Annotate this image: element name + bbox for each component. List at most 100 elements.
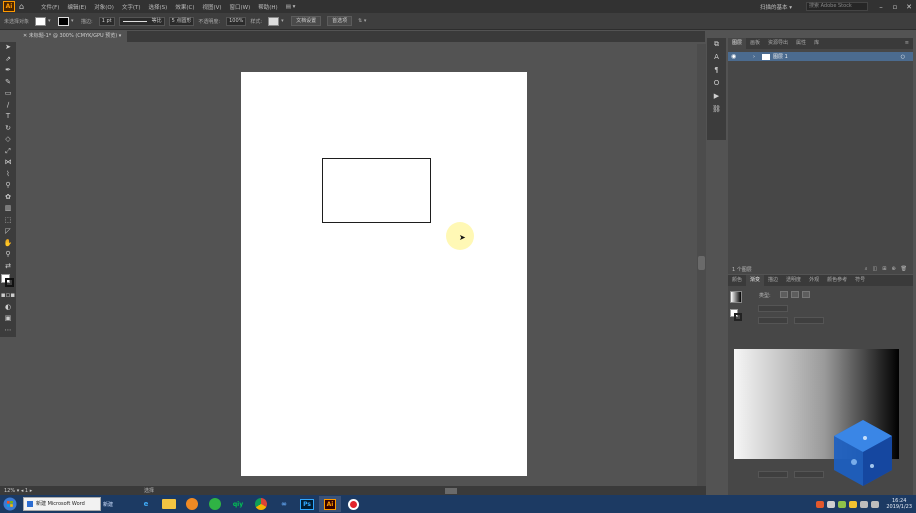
menu-select[interactable]: 选择(S) (149, 3, 168, 11)
system-clock[interactable]: 16:24 2019/1/23 (886, 498, 912, 510)
color-mode-icon[interactable]: ▪▫▪ (0, 290, 16, 302)
style-swatch[interactable] (268, 16, 280, 26)
menu-help[interactable]: 帮助(H) (258, 3, 277, 11)
scale-tool-icon[interactable]: ⤢ (0, 146, 16, 158)
paintbrush-tool-icon[interactable]: ∕ (0, 100, 16, 112)
aspect-field[interactable] (794, 317, 824, 324)
clipping-mask-icon[interactable]: ◫ (873, 266, 878, 272)
document-setup-button[interactable]: 文档设置 (291, 16, 322, 26)
menu-type[interactable]: 文字(T) (122, 3, 141, 11)
linear-gradient-button[interactable] (780, 291, 788, 298)
artboard[interactable] (241, 72, 527, 476)
artboard-tool-icon[interactable]: ⬚ (0, 215, 16, 227)
menu-window[interactable]: 窗口(W) (230, 3, 251, 11)
delete-layer-icon[interactable]: 🗑 (901, 266, 907, 272)
opacity-field[interactable] (758, 471, 788, 478)
fill-stroke-icon[interactable] (0, 272, 16, 290)
direct-selection-icon[interactable]: ⇗ (0, 54, 16, 66)
illustrator-icon[interactable]: Ai (319, 496, 341, 512)
iqiyi-icon[interactable]: qiy (227, 496, 249, 512)
tab-transparency[interactable]: 透明度 (782, 275, 805, 286)
type-tool-icon[interactable]: T (0, 111, 16, 123)
media-player-icon[interactable] (181, 496, 203, 512)
opacity-field[interactable]: 100% (226, 16, 247, 26)
rectangle-tool-icon[interactable]: ▭ (0, 88, 16, 100)
width-tool-icon[interactable]: ⋈ (0, 157, 16, 169)
baidu-netdisk-icon[interactable]: ∞ (273, 496, 295, 512)
fill-swatch[interactable] (35, 16, 47, 26)
radial-gradient-button[interactable] (791, 291, 799, 298)
swap-colors-icon[interactable]: ⇄ (0, 261, 16, 273)
locate-object-icon[interactable]: ⌕ (865, 266, 868, 272)
stroke-mode-field[interactable] (758, 305, 788, 312)
eraser-tool-icon[interactable]: ◇ (0, 134, 16, 146)
zoom-tool-icon[interactable]: ⚲ (0, 249, 16, 261)
taskbar-word-document[interactable]: 新建 Microsoft Word (23, 497, 101, 511)
new-layer-icon[interactable]: ⊕ (891, 266, 895, 272)
arrange-icon[interactable]: ⇅ ▾ (358, 18, 366, 24)
blend-tool-icon[interactable]: ⚲ (0, 180, 16, 192)
workspace-switcher[interactable]: 扫描的基本 ▾ (760, 3, 792, 11)
horizontal-scroll-thumb[interactable] (445, 488, 457, 494)
tab-layers[interactable]: 图层 (728, 38, 747, 49)
zoom-field[interactable]: 12% ▾ ◂ 1 ▸ (4, 487, 32, 495)
tab-appearance[interactable]: 外观 (805, 275, 823, 286)
panel-character-icon[interactable]: A (707, 51, 726, 64)
scroll-thumb[interactable] (698, 256, 705, 270)
location-field[interactable] (794, 471, 824, 478)
curvature-tool-icon[interactable]: ✎ (0, 77, 16, 89)
tab-properties[interactable]: 属性 (792, 38, 810, 49)
tab-gradient[interactable]: 渐变 (746, 275, 765, 286)
document-tab[interactable]: ✕ 未标题-1* @ 300% (CMYK/GPU 预览) ▾ (17, 31, 128, 42)
screen-recorder-icon[interactable] (342, 496, 364, 512)
stroke-swatch[interactable] (58, 16, 70, 26)
tray-chat-icon[interactable] (849, 500, 858, 508)
tab-artboards[interactable]: 画板 (746, 38, 764, 49)
target-circle-icon[interactable]: ○ (901, 54, 905, 60)
tab-color-guide[interactable]: 颜色参考 (823, 275, 851, 286)
stock-search-input[interactable]: 搜索 Adobe Stock (806, 2, 868, 11)
selection-tool-icon[interactable]: ➤ (0, 42, 16, 54)
panel-menu-icon[interactable]: ≡ (901, 38, 913, 49)
rectangle-shape[interactable] (322, 158, 431, 223)
start-button[interactable] (0, 495, 20, 513)
chrome-icon[interactable] (250, 496, 272, 512)
slice-tool-icon[interactable]: ◸ (0, 226, 16, 238)
new-sublayer-icon[interactable]: ⊞ (882, 266, 886, 272)
tray-ime-icon[interactable] (827, 500, 836, 508)
tray-flag-icon[interactable] (871, 500, 880, 508)
chevron-down-icon[interactable]: ▾ (119, 33, 122, 39)
symbol-sprayer-icon[interactable]: ✿ (0, 192, 16, 204)
chevron-down-icon[interactable]: ▾ (71, 18, 77, 24)
screen-mode-icon[interactable]: ▣ (0, 313, 16, 325)
eyedropper-tool-icon[interactable]: ⌇ (0, 169, 16, 181)
close-icon[interactable]: ✕ (902, 3, 916, 11)
minimize-icon[interactable]: – (874, 3, 888, 11)
chevron-down-icon[interactable]: ▾ (48, 18, 54, 24)
layout-switcher[interactable]: ▤ ▾ (286, 4, 296, 10)
visibility-eye-icon[interactable]: ◉ (731, 53, 739, 60)
expand-arrow-icon[interactable]: › (753, 54, 759, 60)
menu-object[interactable]: 对象(O) (94, 3, 114, 11)
panel-links-icon[interactable]: ⛓ (707, 103, 726, 116)
angle-field[interactable] (758, 317, 788, 324)
layer-row[interactable]: ◉ › 图层 1 ○ (728, 52, 913, 61)
freeform-gradient-button[interactable] (802, 291, 810, 298)
draw-mode-icon[interactable]: ◐ (0, 302, 16, 314)
opacity-label[interactable]: 不透明度: (198, 18, 220, 25)
graph-tool-icon[interactable]: ▥ (0, 203, 16, 215)
tab-libraries[interactable]: 库 (810, 38, 823, 49)
tab-stroke[interactable]: 描边 (764, 275, 782, 286)
more-tools-icon[interactable]: ⋯ (0, 325, 16, 337)
hand-tool-icon[interactable]: ✋ (0, 238, 16, 250)
panel-opentype-icon[interactable]: O (707, 77, 726, 90)
photoshop-icon[interactable]: Ps (296, 496, 318, 512)
gradient-preview-swatch[interactable] (730, 291, 742, 303)
vertical-scrollbar[interactable] (697, 44, 706, 488)
preferences-button[interactable]: 首选项 (327, 16, 353, 26)
maximize-icon[interactable]: ▫ (888, 3, 902, 11)
home-icon[interactable]: ⌂ (19, 2, 31, 12)
menu-edit[interactable]: 编辑(E) (67, 3, 86, 11)
tray-network-icon[interactable] (838, 500, 847, 508)
stroke-profile-dropdown[interactable]: 等比 (118, 16, 165, 26)
